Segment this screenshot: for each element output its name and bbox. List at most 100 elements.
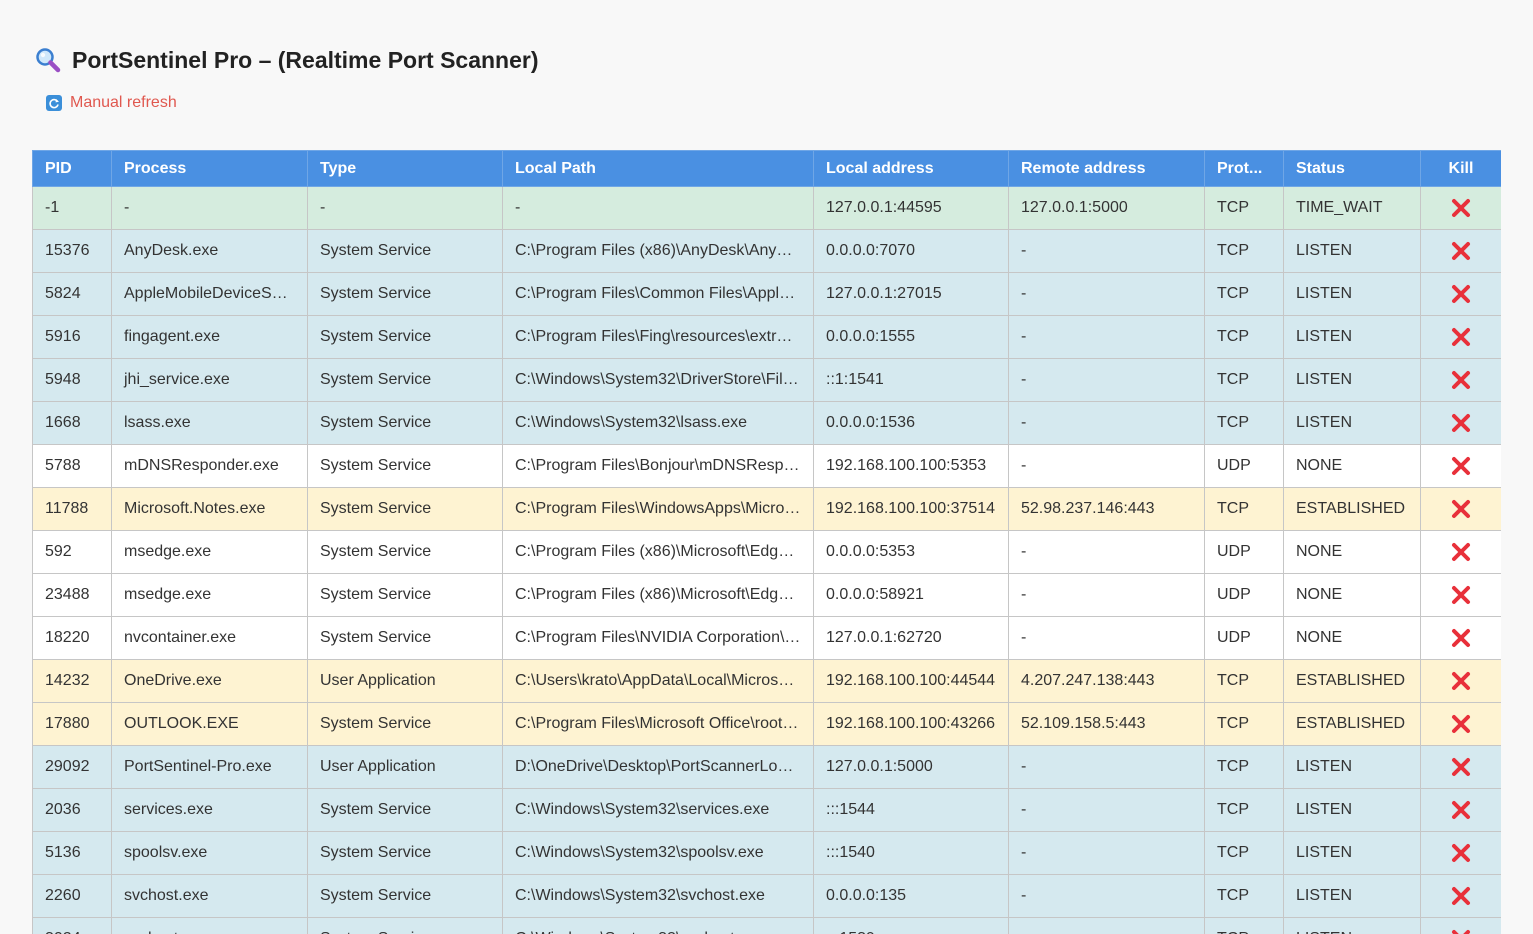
cell-kill: [1420, 186, 1501, 230]
kill-process-button[interactable]: [1449, 626, 1473, 650]
cell-process: spoolsv.exe: [111, 831, 308, 875]
kill-process-button[interactable]: [1449, 196, 1473, 220]
cell-process: svchost.exe: [111, 874, 308, 918]
ports-table-container: PID Process Type Local Path Local addres…: [32, 150, 1501, 934]
table-row[interactable]: 5136 spoolsv.exe System Service C:\Windows\…: [32, 831, 1501, 875]
table-row[interactable]: 11788 Microsoft.Notes.exe System Service C:…: [32, 487, 1501, 531]
column-header-protocol[interactable]: Prot...: [1204, 150, 1284, 187]
cell-local-address: :::1539: [813, 917, 1009, 934]
cell-local-path: C:\Program Files\Microsoft Office\root\O…: [502, 702, 814, 746]
cell-kill: [1420, 874, 1501, 918]
cell-pid: 3024: [32, 917, 112, 934]
cell-kill: [1420, 702, 1501, 746]
table-row[interactable]: 23488 msedge.exe System Service C:\Program …: [32, 573, 1501, 617]
kill-process-button[interactable]: [1449, 497, 1473, 521]
cell-protocol: TCP: [1204, 745, 1284, 789]
cell-status: NONE: [1283, 616, 1421, 660]
cell-status: LISTEN: [1283, 358, 1421, 402]
cell-type: System Service: [307, 530, 503, 574]
cell-kill: [1420, 831, 1501, 875]
table-row[interactable]: 14232 OneDrive.exe User Application C:\User…: [32, 659, 1501, 703]
table-row[interactable]: -1- - -127.0.0.1:44595 127.0.0.1:5000 TCP TIM…: [32, 186, 1501, 230]
cell-kill: [1420, 229, 1501, 273]
cell-pid: 15376: [32, 229, 112, 273]
kill-process-button[interactable]: [1449, 798, 1473, 822]
table-row[interactable]: 592 msedge.exe System Service C:\Program Fi…: [32, 530, 1501, 574]
cell-type: System Service: [307, 272, 503, 316]
cell-kill: [1420, 315, 1501, 359]
cell-protocol: TCP: [1204, 229, 1284, 273]
cell-local-path: D:\OneDrive\Desktop\PortScannerLocal\Por…: [502, 745, 814, 789]
column-header-local-path[interactable]: Local Path: [502, 150, 814, 187]
cell-remote-address: -: [1008, 573, 1205, 617]
kill-process-button[interactable]: [1449, 368, 1473, 392]
cell-status: ESTABLISHED: [1283, 702, 1421, 746]
kill-process-button[interactable]: [1449, 884, 1473, 908]
kill-process-button[interactable]: [1449, 540, 1473, 564]
cell-type: User Application: [307, 745, 503, 789]
column-header-pid[interactable]: PID: [32, 150, 112, 187]
cell-local-path: -: [502, 186, 814, 230]
table-row[interactable]: 1668 lsass.exe System Service C:\Windows\Sy…: [32, 401, 1501, 445]
cell-protocol: TCP: [1204, 487, 1284, 531]
cell-remote-address: -: [1008, 788, 1205, 832]
cell-kill: [1420, 745, 1501, 789]
cell-local-path: C:\Windows\System32\spoolsv.exe: [502, 831, 814, 875]
table-row[interactable]: 5916 fingagent.exe System Service C:\Progra…: [32, 315, 1501, 359]
kill-process-button[interactable]: [1449, 669, 1473, 693]
cell-status: ESTABLISHED: [1283, 487, 1421, 531]
cell-process: mDNSResponder.exe: [111, 444, 308, 488]
manual-refresh-button[interactable]: Manual refresh: [46, 94, 177, 112]
table-row[interactable]: 18220 nvcontainer.exe System Service C:\Pro…: [32, 616, 1501, 660]
table-row[interactable]: 2260 svchost.exe System Service C:\Windows\…: [32, 874, 1501, 918]
magnifier-icon: [36, 48, 61, 73]
cell-local-path: C:\Program Files\WindowsApps\Microsoft.M…: [502, 487, 814, 531]
table-row[interactable]: 3024svchost.exeSystem ServiceC:\Windows\…: [32, 917, 1501, 934]
kill-process-button[interactable]: [1449, 411, 1473, 435]
kill-process-button[interactable]: [1449, 282, 1473, 306]
cell-status: LISTEN: [1283, 874, 1421, 918]
cell-remote-address: 52.109.158.5:443: [1008, 702, 1205, 746]
column-header-status[interactable]: Status: [1283, 150, 1421, 187]
table-row[interactable]: 17880 OUTLOOK.EXE System Service C:\Program…: [32, 702, 1501, 746]
cell-remote-address: -: [1008, 874, 1205, 918]
cell-type: System Service: [307, 573, 503, 617]
table-row[interactable]: 5948 jhi_service.exe System Service C:\Wind…: [32, 358, 1501, 402]
cell-local-path: C:\Windows\System32\svchost.exe: [502, 874, 814, 918]
kill-process-button[interactable]: [1449, 755, 1473, 779]
table-row[interactable]: 29092 PortSentinel-Pro.exe User Applicatio…: [32, 745, 1501, 789]
cell-local-address: 127.0.0.1:27015: [813, 272, 1009, 316]
close-x-icon: [1452, 371, 1470, 389]
cell-status: LISTEN: [1283, 745, 1421, 789]
table-row[interactable]: 5824AppleMobileDeviceService.exeSystem S…: [32, 272, 1501, 316]
cell-kill: [1420, 358, 1501, 402]
kill-process-button[interactable]: [1449, 841, 1473, 865]
kill-process-button[interactable]: [1449, 927, 1473, 934]
column-header-remote-address[interactable]: Remote address: [1008, 150, 1205, 187]
manual-refresh-label[interactable]: Manual refresh: [70, 94, 177, 112]
cell-process: AppleMobileDeviceService.exe: [111, 272, 308, 316]
column-header-type[interactable]: Type: [307, 150, 503, 187]
kill-process-button[interactable]: [1449, 325, 1473, 349]
table-row[interactable]: 2036 services.exe System Service C:\Windows…: [32, 788, 1501, 832]
cell-protocol: TCP: [1204, 788, 1284, 832]
cell-remote-address: -: [1008, 401, 1205, 445]
kill-process-button[interactable]: [1449, 712, 1473, 736]
cell-local-address: 0.0.0.0:1536: [813, 401, 1009, 445]
cell-remote-address: -: [1008, 358, 1205, 402]
column-header-local-address[interactable]: Local address: [813, 150, 1009, 187]
kill-process-button[interactable]: [1449, 583, 1473, 607]
kill-process-button[interactable]: [1449, 239, 1473, 263]
table-row[interactable]: 15376 AnyDesk.exe System Service C:\Program…: [32, 229, 1501, 273]
close-x-icon: [1452, 801, 1470, 819]
column-header-process[interactable]: Process: [111, 150, 308, 187]
cell-process: fingagent.exe: [111, 315, 308, 359]
cell-pid: 18220: [32, 616, 112, 660]
table-row[interactable]: 5788 mDNSResponder.exe System Service C:\Pr…: [32, 444, 1501, 488]
cell-kill: [1420, 401, 1501, 445]
kill-process-button[interactable]: [1449, 454, 1473, 478]
cell-pid: 29092: [32, 745, 112, 789]
cell-pid: 1668: [32, 401, 112, 445]
app-header: PortSentinel Pro – (Realtime Port Scanne…: [34, 46, 539, 74]
cell-local-path: C:\Program Files\Bonjour\mDNSResponder.e…: [502, 444, 814, 488]
